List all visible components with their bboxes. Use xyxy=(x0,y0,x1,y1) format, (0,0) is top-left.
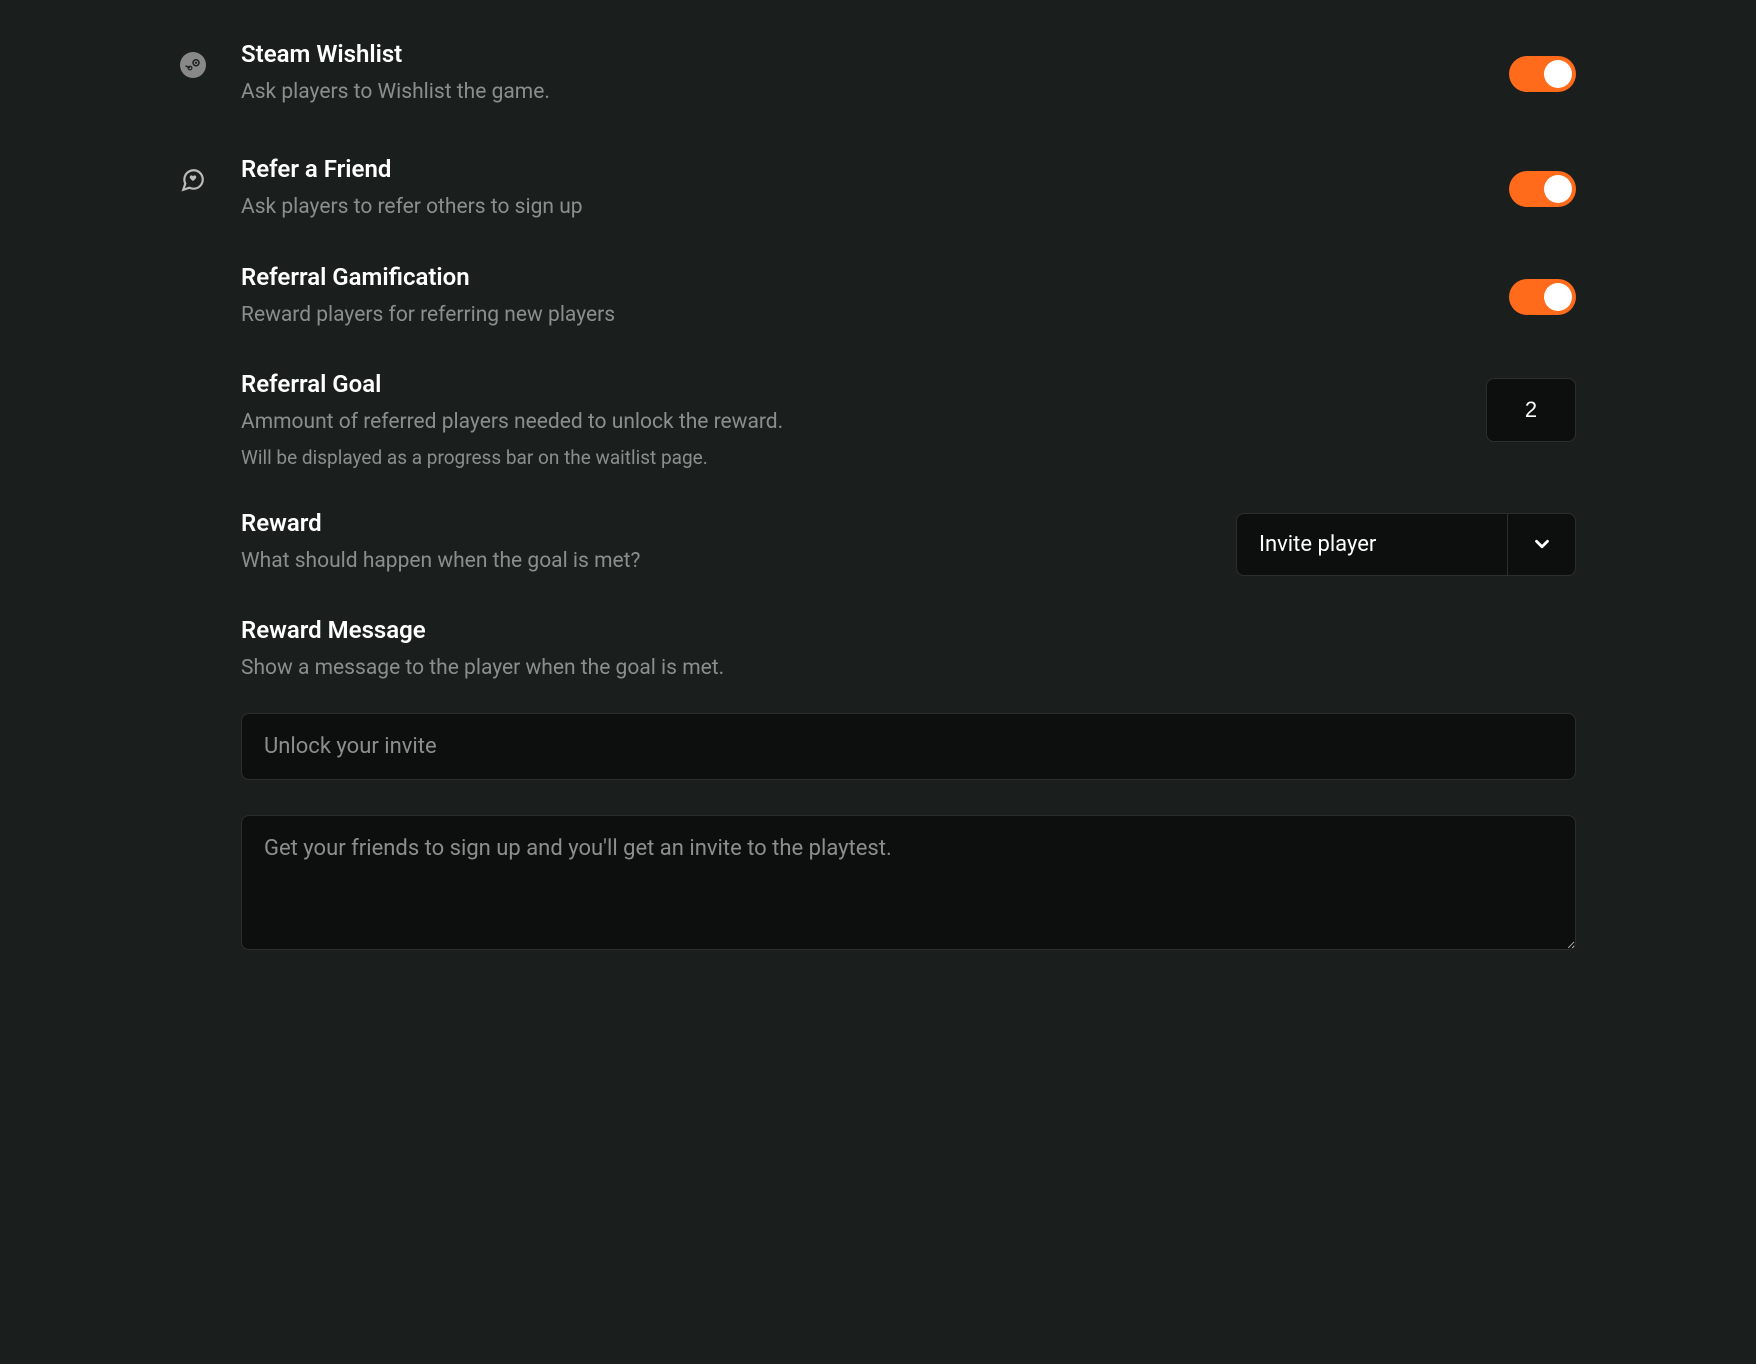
reward-description: What should happen when the goal is met? xyxy=(241,547,1206,576)
reward-message-title: Reward Message xyxy=(241,616,1576,644)
setting-refer-friend: Refer a Friend Ask players to refer othe… xyxy=(180,155,1576,954)
steam-wishlist-title: Steam Wishlist xyxy=(241,40,1509,68)
referral-goal-description: Ammount of referred players needed to un… xyxy=(241,408,1456,437)
chevron-down-icon xyxy=(1507,514,1575,575)
setting-reward: Reward What should happen when the goal … xyxy=(241,509,1576,576)
reward-message-title-input[interactable] xyxy=(241,713,1576,780)
refer-friend-toggle[interactable] xyxy=(1509,171,1576,207)
setting-reward-message: Reward Message Show a message to the pla… xyxy=(241,616,1576,954)
refer-friend-title: Refer a Friend xyxy=(241,155,1509,183)
referral-goal-title: Referral Goal xyxy=(241,370,1456,398)
referral-gamification-toggle[interactable] xyxy=(1509,279,1576,315)
reward-message-body-input[interactable] xyxy=(241,815,1576,950)
reward-select-value: Invite player xyxy=(1237,514,1507,575)
steam-wishlist-toggle[interactable] xyxy=(1509,56,1576,92)
refer-friend-description: Ask players to refer others to sign up xyxy=(241,193,1509,222)
heart-chat-icon xyxy=(180,155,206,193)
steam-icon xyxy=(180,40,206,78)
setting-referral-gamification: Referral Gamification Reward players for… xyxy=(241,263,1576,330)
reward-select[interactable]: Invite player xyxy=(1236,513,1576,576)
steam-wishlist-description: Ask players to Wishlist the game. xyxy=(241,78,1509,107)
setting-steam-wishlist: Steam Wishlist Ask players to Wishlist t… xyxy=(180,40,1576,107)
reward-title: Reward xyxy=(241,509,1206,537)
referral-goal-hint: Will be displayed as a progress bar on t… xyxy=(241,446,1456,469)
referral-gamification-description: Reward players for referring new players xyxy=(241,301,1509,330)
referral-goal-input[interactable] xyxy=(1486,378,1576,442)
reward-message-description: Show a message to the player when the go… xyxy=(241,654,1576,683)
setting-referral-goal: Referral Goal Ammount of referred player… xyxy=(241,370,1576,468)
referral-gamification-title: Referral Gamification xyxy=(241,263,1509,291)
